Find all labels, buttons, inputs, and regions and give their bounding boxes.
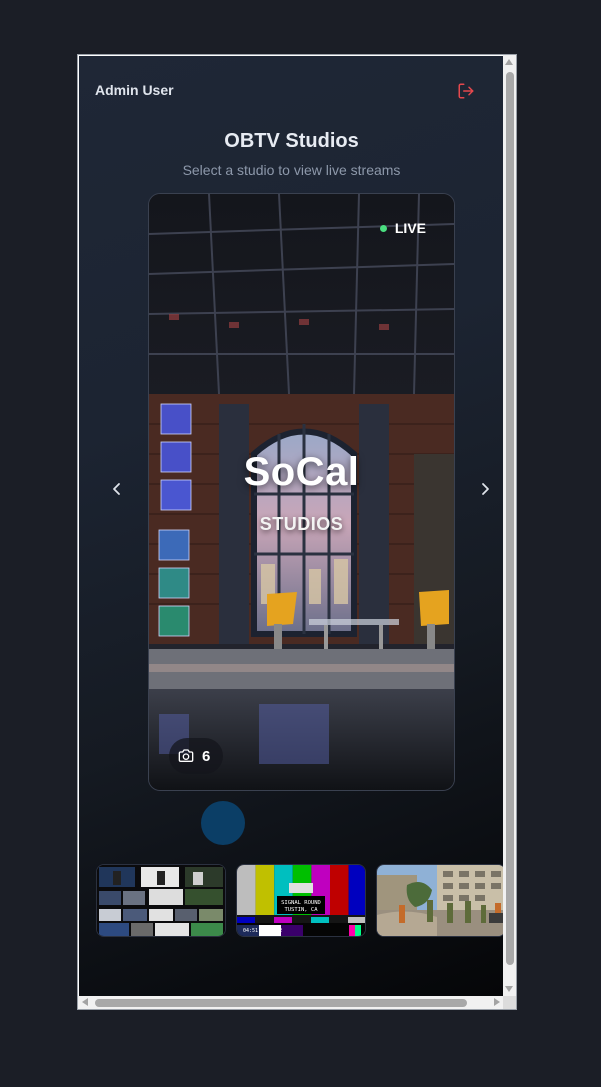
scroll-down-arrow[interactable]	[505, 986, 513, 992]
multiview-image	[97, 865, 225, 936]
live-badge: LIVE	[379, 220, 426, 236]
camera-count-badge: 6	[169, 738, 223, 774]
scroll-up-arrow[interactable]	[505, 59, 513, 65]
app-viewport: Admin User OBTV Studios Select a studio …	[79, 56, 504, 996]
camera-icon	[178, 749, 194, 762]
stream-thumbnail-strip: SIGNAL ROUND TUSTIN, CA 04:51:32:32:2	[96, 864, 504, 937]
camera-count: 6	[202, 747, 211, 765]
studio-card[interactable]: LIVE SoCal STUDIOS 6	[148, 193, 455, 791]
color-bars-thumbnail[interactable]: SIGNAL ROUND TUSTIN, CA 04:51:32:32:2	[236, 864, 366, 937]
color-bars-overlay-line2: TUSTIN, CA	[284, 907, 318, 913]
live-status-text: LIVE	[394, 220, 426, 236]
horizontal-scroll-thumb[interactable]	[95, 999, 467, 1007]
vertical-scroll-thumb[interactable]	[506, 72, 514, 965]
scroll-left-arrow[interactable]	[82, 998, 88, 1006]
vertical-scrollbar[interactable]	[503, 55, 516, 996]
chevron-left-icon	[113, 483, 120, 495]
carousel-next-button[interactable]	[477, 482, 493, 500]
page-subtitle: Select a studio to view live streams	[182, 162, 401, 178]
browser-frame: Admin User OBTV Studios Select a studio …	[77, 54, 517, 1010]
street-scene-image	[377, 865, 504, 936]
street-scene-thumbnail[interactable]	[376, 864, 504, 937]
studio-subtitle: STUDIOS	[259, 514, 344, 534]
carousel-prev-button[interactable]	[109, 482, 125, 500]
multiview-thumbnail[interactable]	[96, 864, 226, 937]
carousel-indicator[interactable]	[201, 801, 245, 845]
page-title: OBTV Studios	[224, 130, 359, 152]
color-bars-overlay-line1: SIGNAL ROUND	[281, 900, 321, 906]
color-bars-timecode: 04:51:32:32:2	[243, 928, 282, 934]
logout-icon	[458, 83, 474, 99]
user-name: Admin User	[95, 82, 174, 98]
logout-button[interactable]	[457, 82, 475, 100]
live-status-dot	[379, 224, 387, 232]
scroll-right-arrow[interactable]	[494, 998, 500, 1006]
studio-name: SoCal	[243, 450, 360, 494]
chevron-right-icon	[482, 483, 489, 495]
color-bars-image: SIGNAL ROUND TUSTIN, CA 04:51:32:32:2	[237, 865, 365, 936]
horizontal-scrollbar[interactable]	[78, 996, 504, 1009]
scrollbar-corner	[503, 996, 516, 1009]
